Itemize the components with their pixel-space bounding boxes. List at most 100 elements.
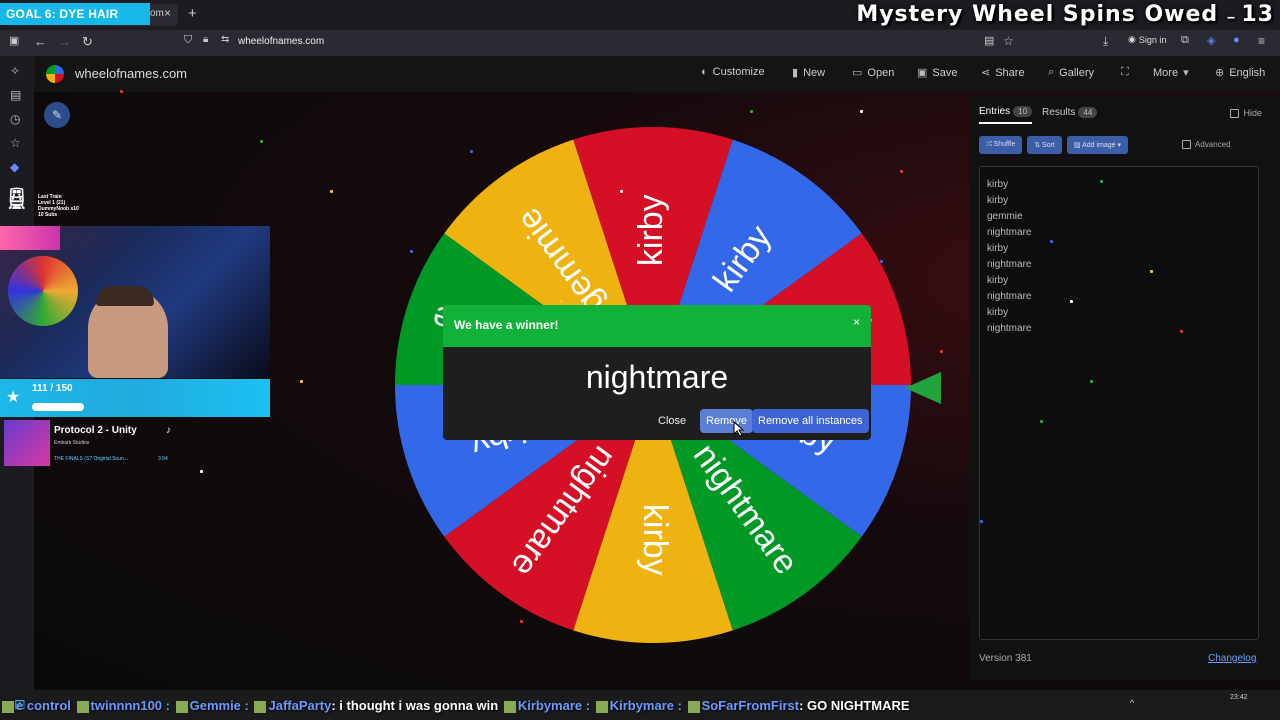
sign-in-button[interactable]: ◉ Sign in [1128, 34, 1166, 45]
menu-label: Share [995, 66, 1025, 79]
lock-icon: 🔒︎ [203, 34, 209, 45]
taskbar-clock: 23:42 [1230, 694, 1248, 701]
advanced-label: Advanced [1195, 140, 1231, 149]
tab-close-icon[interactable]: × [164, 6, 171, 20]
sidebar-bookmarks-icon[interactable]: ☆ [10, 136, 21, 150]
confetti-piece [300, 380, 303, 383]
sidebar-ai-icon[interactable]: ✧ [10, 64, 20, 78]
folder-icon: ▭ [852, 67, 863, 79]
image-icon: ▨ [1073, 142, 1083, 149]
remove-all-button[interactable]: Remove all instances [752, 409, 869, 433]
menu-language[interactable]: ⊕ English [1215, 66, 1265, 80]
site-logo-icon[interactable] [46, 65, 64, 83]
forward-icon[interactable]: → [58, 34, 71, 49]
confetti-piece [880, 260, 883, 263]
chat-emote-icon [503, 700, 516, 713]
sidebar-notes-icon[interactable]: ▤ [10, 88, 21, 102]
train-icon: 🚆︎ [4, 188, 30, 210]
confetti-piece [1180, 330, 1183, 333]
site-name[interactable]: wheelofnames.com [75, 66, 187, 81]
close-icon[interactable]: × [853, 315, 860, 329]
goal-progress-bar [32, 403, 84, 411]
tab-title-fragment: om [150, 8, 164, 19]
menu-more[interactable]: More ▾ [1153, 66, 1189, 80]
menu-customize[interactable]: ◐ Customize [701, 66, 765, 78]
tab-entries-label: Entries [979, 106, 1011, 117]
chat-message: : GO NIGHTMARE [799, 698, 910, 713]
results-count-badge: 44 [1078, 107, 1098, 118]
goal-icon: ★ [6, 389, 21, 406]
chat-ticker: e control twinnnn100 : Gemmie : JaffaPar… [0, 698, 1280, 720]
advanced-checkbox[interactable] [1182, 140, 1191, 149]
chat-username: Gemmie : [189, 698, 249, 713]
share-icon: ⋖ [981, 67, 991, 79]
tab-entries[interactable]: Entries 10 [979, 106, 1033, 124]
winner-dialog-title: We have a winner! [454, 318, 559, 332]
hide-toggle[interactable]: Hide [1230, 108, 1262, 118]
confetti-piece [900, 170, 903, 173]
sidebar-toggle-icon[interactable]: ▣ [9, 34, 19, 47]
menu-new[interactable]: ▮ New [792, 66, 825, 80]
shield-icon[interactable]: ⛉ [184, 34, 192, 47]
url-field[interactable]: wheelofnames.com [238, 36, 324, 47]
account-icon: ◉ [1128, 34, 1136, 44]
new-tab-button[interactable]: + [188, 5, 197, 22]
chat-username: SoFarFromFirst [701, 698, 800, 713]
goal-progress-text: 111 / 150 [32, 383, 73, 394]
remove-button[interactable]: Remove [700, 409, 753, 433]
confetti-piece [200, 470, 203, 473]
menu-share[interactable]: ⋖ Share [981, 66, 1025, 80]
chevron-down-icon: ▾ [1115, 142, 1121, 149]
entry-line: kirby [987, 179, 1009, 190]
close-button[interactable]: Close [652, 409, 692, 433]
goal-overlay: GOAL 6: DYE HAIR BLONDE [0, 3, 150, 43]
menu-gallery[interactable]: ⌕ Gallery [1048, 66, 1094, 79]
entry-line: gemmie [987, 211, 1023, 222]
tab-results[interactable]: Results 44 [1042, 107, 1098, 123]
hide-checkbox[interactable] [1230, 108, 1240, 118]
sort-button[interactable]: ⇅ Sort [1027, 136, 1062, 154]
changelog-link[interactable]: Changelog [1208, 653, 1256, 664]
permissions-icon[interactable]: ⇆ [221, 34, 229, 45]
add-image-button[interactable]: ▨ Add image ▾ [1066, 136, 1128, 154]
menu-label: Open [867, 66, 895, 79]
menu-open[interactable]: ▭ Open [852, 66, 895, 80]
bookmark-star-icon[interactable]: ☆ [1003, 34, 1014, 48]
sidebar-history-icon[interactable]: ◷ [10, 112, 20, 126]
download-icon[interactable]: ⤓ [1103, 34, 1108, 49]
extension-circle-icon[interactable]: ● [1233, 34, 1240, 46]
mouse-cursor-icon [733, 421, 745, 437]
minus-icon: ‒ [1226, 10, 1242, 24]
stream-title-text: Mystery Wheel Spins Owed [856, 2, 1219, 27]
wheel-segment-label: kirby [632, 194, 670, 266]
reload-icon[interactable]: ↻ [82, 34, 93, 50]
advanced-toggle[interactable]: Advanced [1182, 140, 1231, 149]
menu-hamburger-icon[interactable]: ≡ [1258, 34, 1265, 48]
tiktok-icon: ♪ [166, 425, 171, 436]
confetti-piece [330, 190, 333, 193]
reader-icon[interactable]: ▤ [984, 34, 994, 47]
entry-line: nightmare [987, 227, 1032, 238]
sidebar-extension-icon[interactable]: ◆ [10, 160, 19, 174]
chat-emote-icon [687, 700, 700, 713]
browser-nav-bar: ▣ ← → ↻ ⛉ 🔒︎ ⇆ wheelofnames.com ▤ ☆ ⤓ ◉ … [0, 30, 1280, 56]
extensions-icon[interactable]: ⧉ [1181, 34, 1189, 47]
shuffle-label: Shuffle [993, 141, 1016, 148]
confetti-piece [1050, 240, 1053, 243]
entries-textbox[interactable]: kirby kirby gemmie nightmare kirby nightmare k… [979, 166, 1259, 640]
back-icon[interactable]: ← [34, 34, 47, 49]
extension-shield-icon[interactable]: ◈ [1207, 34, 1215, 47]
entries-count-badge: 10 [1013, 106, 1033, 117]
chat-emote-icon [76, 700, 89, 713]
chat-username: e control [16, 698, 71, 713]
shuffle-button[interactable]: ⤮ Shuffle [979, 136, 1023, 154]
entry-tools: ⤮ Shuffle ⇅ Sort ▨ Add image ▾ [979, 136, 1128, 154]
chat-username: Kirbymare : [517, 698, 591, 713]
song-track: THE FINALS (S7 Original Soun... [54, 456, 128, 462]
confetti-piece [1070, 300, 1073, 303]
edit-pencil-icon[interactable]: ✎ [44, 102, 70, 128]
menu-fullscreen[interactable]: ⛶ [1121, 66, 1129, 79]
palette-icon: ◐ [701, 66, 708, 78]
menu-label: Gallery [1059, 66, 1095, 79]
menu-save[interactable]: ▣ Save [917, 66, 957, 80]
